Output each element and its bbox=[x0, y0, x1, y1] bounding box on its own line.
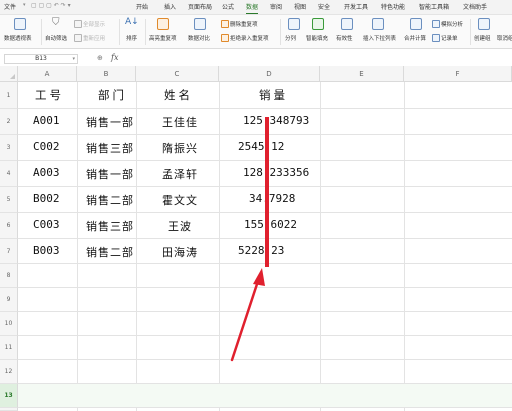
annotation-arrow-icon bbox=[230, 268, 265, 362]
